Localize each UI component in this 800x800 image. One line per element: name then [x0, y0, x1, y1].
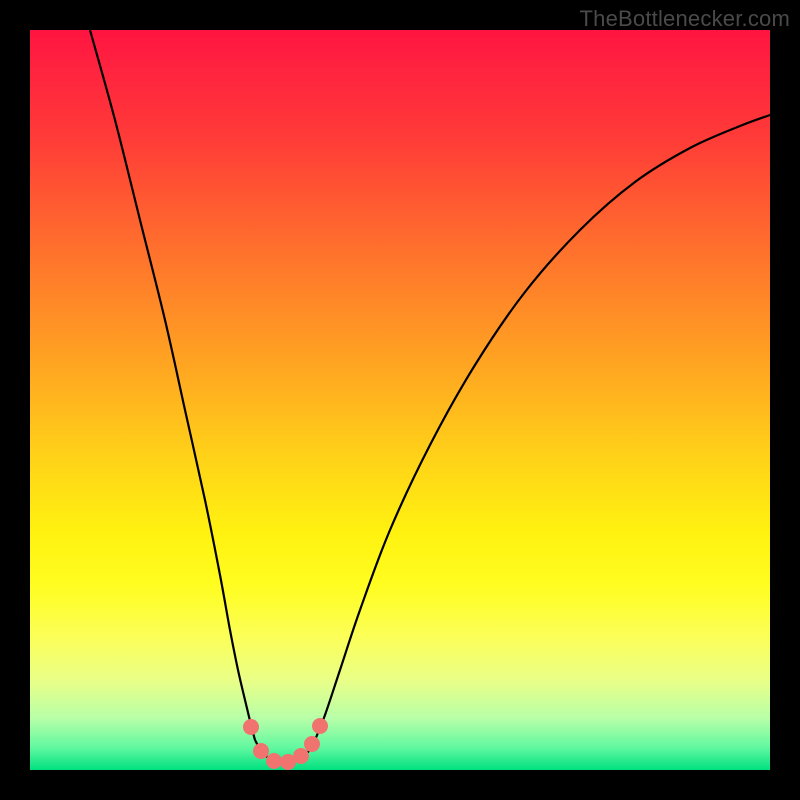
bottleneck-curve-right [315, 115, 770, 740]
chart-frame: TheBottlenecker.com [0, 0, 800, 800]
watermark-text: TheBottlenecker.com [580, 6, 790, 32]
valley-markers [243, 718, 328, 770]
valley-marker [253, 743, 269, 759]
valley-marker [266, 753, 282, 769]
valley-marker [293, 748, 309, 764]
bottleneck-curve-left [90, 30, 255, 740]
valley-marker [304, 736, 320, 752]
curve-layer [30, 30, 770, 770]
valley-marker [243, 719, 259, 735]
valley-marker [312, 718, 328, 734]
plot-area [30, 30, 770, 770]
